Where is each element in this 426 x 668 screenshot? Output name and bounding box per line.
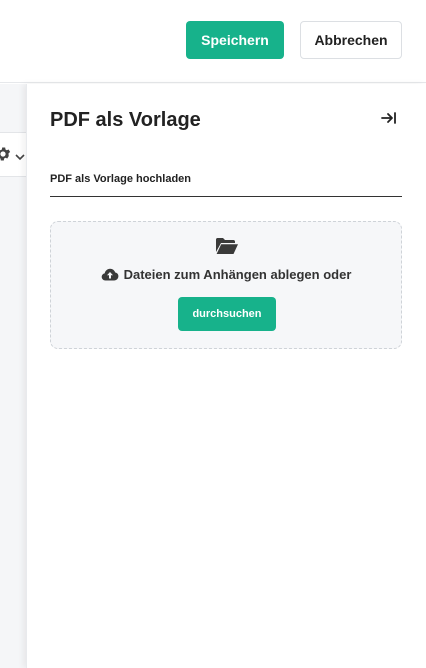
dropzone-prompt: Dateien zum Anhängen ablegen oder: [51, 267, 401, 282]
cloud-upload-icon: [101, 268, 119, 281]
file-dropzone[interactable]: Dateien zum Anhängen ablegen oder durchs…: [50, 221, 402, 349]
cancel-button[interactable]: Abbrechen: [300, 21, 402, 59]
browse-button[interactable]: durchsuchen: [178, 297, 276, 331]
panel-title: PDF als Vorlage: [50, 109, 201, 131]
collapse-right-icon: [380, 110, 398, 131]
dropzone-text: Dateien zum Anhängen ablegen oder: [123, 267, 352, 282]
top-toolbar: Speichern Abbrechen: [0, 0, 426, 83]
upload-section-label: PDF als Vorlage hochladen: [50, 173, 191, 185]
folder-open-icon: [215, 237, 239, 255]
save-button[interactable]: Speichern: [186, 21, 284, 59]
background-row: [0, 132, 26, 177]
pdf-template-panel: PDF als Vorlage PDF als Vorlage hochlade…: [26, 84, 426, 668]
gear-icon[interactable]: [0, 145, 12, 163]
chevron-down-icon[interactable]: [14, 149, 26, 161]
collapse-panel-button[interactable]: [379, 110, 399, 130]
section-divider: [50, 196, 402, 197]
